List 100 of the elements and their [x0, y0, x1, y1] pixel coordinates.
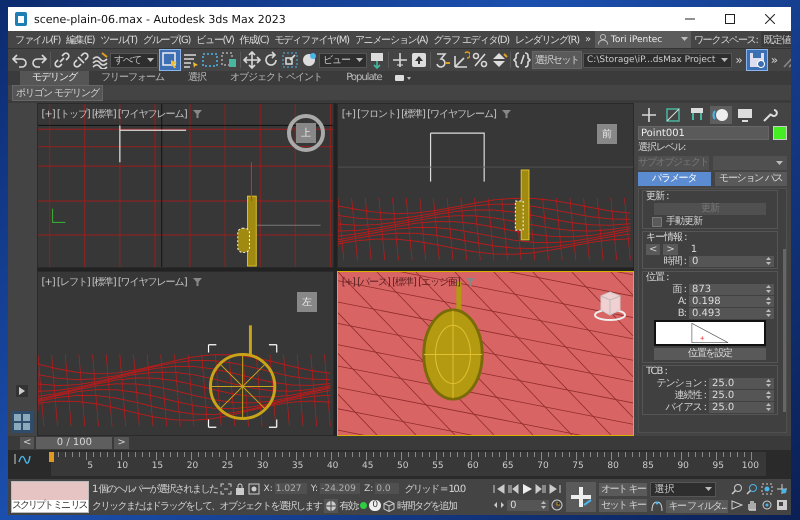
time-configuration-icon[interactable]: [551, 499, 564, 511]
object-name-field[interactable]: Point001: [638, 126, 769, 140]
previous-key-button[interactable]: <: [646, 244, 660, 254]
cube-icon[interactable]: [383, 500, 396, 512]
expand-button[interactable]: [16, 385, 28, 397]
go-to-end-icon[interactable]: [549, 483, 562, 495]
ribbon-tab[interactable]: 選択: [176, 71, 218, 85]
previous-frame-button[interactable]: <: [20, 437, 34, 449]
adaptive-degradation-button[interactable]: [324, 498, 338, 512]
go-to-start-icon[interactable]: [493, 483, 506, 495]
user-account-dropdown[interactable]: Tori iPentec: [594, 31, 691, 48]
up-arrow-box-icon[interactable]: [410, 51, 428, 69]
zoom-icon[interactable]: [731, 483, 743, 495]
viewport[interactable]: [+] [フロント] [標準] [ワイヤフレーム] 前: [336, 103, 634, 268]
object-color-swatch[interactable]: [773, 126, 787, 140]
menu-item[interactable]: レンダリング(R): [512, 32, 582, 46]
add-time-tag-link[interactable]: 時間タグを追加: [397, 498, 457, 512]
auto-key-button[interactable]: オート キー: [599, 482, 648, 496]
checkbox[interactable]: [652, 216, 662, 226]
percent-snap-icon[interactable]: [471, 51, 489, 69]
axis-cross-icon[interactable]: [391, 51, 409, 69]
previous-frame-icon[interactable]: [507, 483, 520, 495]
pan-icon[interactable]: [746, 499, 758, 511]
mode-button[interactable]: モーション パス: [714, 172, 787, 186]
next-frame-icon[interactable]: [535, 483, 548, 495]
angle-snap-icon[interactable]: [452, 51, 470, 69]
zoom-extents-icon[interactable]: [761, 483, 773, 495]
ribbon-tab[interactable]: オブジェクト ペイント: [218, 71, 334, 85]
window-crossing-icon[interactable]: [220, 51, 238, 69]
wave-icon[interactable]: [91, 51, 109, 69]
spinner-field[interactable]: 0.198: [689, 296, 774, 306]
ribbon-tab[interactable]: モデリング: [20, 71, 89, 85]
spinner-field[interactable]: 25.0: [709, 402, 774, 412]
move-icon[interactable]: [243, 51, 261, 69]
mini-listener[interactable]: スクリプト ミニ リス: [11, 481, 89, 513]
spinner-field[interactable]: 25.0: [709, 378, 774, 388]
viewport[interactable]: [+] [レフト] [標準] [ワイヤフレーム] 左: [36, 271, 334, 436]
ribbon-options-icon[interactable]: [394, 73, 412, 83]
filter-icon[interactable]: [192, 278, 202, 286]
spinner-field[interactable]: 25.0: [709, 390, 774, 400]
menu-item[interactable]: 編集(E): [63, 32, 98, 46]
menu-item[interactable]: ファイル(F): [12, 32, 64, 46]
menu-item[interactable]: アニメーション(A): [352, 32, 430, 46]
viewcube-ring[interactable]: 上: [286, 114, 325, 152]
time-slider-handle[interactable]: 0 / 100: [36, 437, 112, 449]
selection-region-icon[interactable]: [220, 482, 232, 494]
select-object-button[interactable]: [159, 49, 181, 71]
set-keys-button[interactable]: [566, 482, 596, 512]
menu-item[interactable]: ツール(T): [97, 32, 140, 46]
zoom-extents-all-icon[interactable]: [776, 483, 788, 495]
menu-overflow-button[interactable]: »: [582, 34, 593, 45]
key-marker[interactable]: [49, 452, 54, 462]
project-folder-dropdown[interactable]: C:\Storage\iP...dsMax Project: [583, 52, 732, 68]
menu-item[interactable]: グループ(G): [140, 32, 194, 46]
close-icon[interactable]: [765, 14, 775, 24]
link-icon[interactable]: [53, 51, 71, 69]
play-icon[interactable]: [521, 483, 534, 495]
next-key-button[interactable]: >: [663, 244, 678, 254]
absolute-mode-icon[interactable]: [248, 482, 260, 494]
named-selection-edit-icon[interactable]: [513, 51, 531, 69]
rotate-icon[interactable]: [262, 51, 280, 69]
selection-filter-dropdown[interactable]: すべて: [110, 52, 158, 68]
key-filter-icon[interactable]: [650, 500, 664, 512]
placement-icon[interactable]: [300, 51, 318, 69]
ribbon-tab[interactable]: フリーフォーム: [89, 71, 176, 85]
timeline-ruler[interactable]: 5 10 15 20 25 30 35 40 45 50 55 60 65 70 75 80 85 90 95 100: [51, 452, 766, 476]
unlink-icon[interactable]: [72, 51, 90, 69]
workspace-dropdown[interactable]: 既定値: [760, 32, 791, 47]
filter-icon[interactable]: [192, 110, 202, 118]
set-position-button[interactable]: 位置を設定: [654, 348, 766, 360]
key-mode-icon[interactable]: [493, 499, 506, 511]
select-by-name-icon[interactable]: [182, 51, 200, 69]
filter-icon[interactable]: [502, 110, 511, 118]
snap-toggle-icon[interactable]: [433, 51, 451, 69]
time-tag-count[interactable]: 0: [369, 500, 382, 511]
key-set-dropdown[interactable]: 選択: [650, 482, 716, 496]
panel-tab[interactable]: [710, 106, 732, 124]
orbit-icon[interactable]: [761, 499, 773, 511]
spinner-field[interactable]: 0: [689, 256, 774, 266]
pivot-icon[interactable]: [368, 51, 386, 69]
mode-button[interactable]: パラメータ: [638, 172, 710, 186]
field-of-view-icon[interactable]: [731, 499, 743, 511]
coordinate-system-dropdown[interactable]: ビュー: [319, 52, 367, 68]
scale-icon[interactable]: [281, 51, 299, 69]
scrollbar[interactable]: [783, 249, 786, 412]
menu-item[interactable]: グラフ エディタ(D): [430, 32, 512, 46]
rectangle-selection-icon[interactable]: [201, 51, 219, 69]
current-frame-field[interactable]: 0: [507, 500, 550, 510]
named-selection-button[interactable]: 選択セット: [532, 51, 582, 69]
ribbon-tab[interactable]: Populate: [334, 71, 394, 85]
menu-item[interactable]: モディファイヤ(M): [271, 32, 352, 46]
next-frame-button[interactable]: >: [114, 437, 129, 449]
curve-editor-icon[interactable]: [13, 452, 31, 466]
spinner-field[interactable]: 0.493: [689, 308, 774, 318]
menu-item[interactable]: 作成(C): [236, 32, 272, 46]
menu-item[interactable]: ビュー(V): [193, 32, 237, 46]
zoom-all-icon[interactable]: [746, 483, 758, 495]
viewport-label[interactable]: [+] [レフト] [標準] [ワイヤフレーム]: [42, 275, 187, 289]
toolbar-overflow-button[interactable]: »: [768, 53, 780, 67]
key-filters-button[interactable]: キー フィルタ...: [666, 500, 728, 512]
